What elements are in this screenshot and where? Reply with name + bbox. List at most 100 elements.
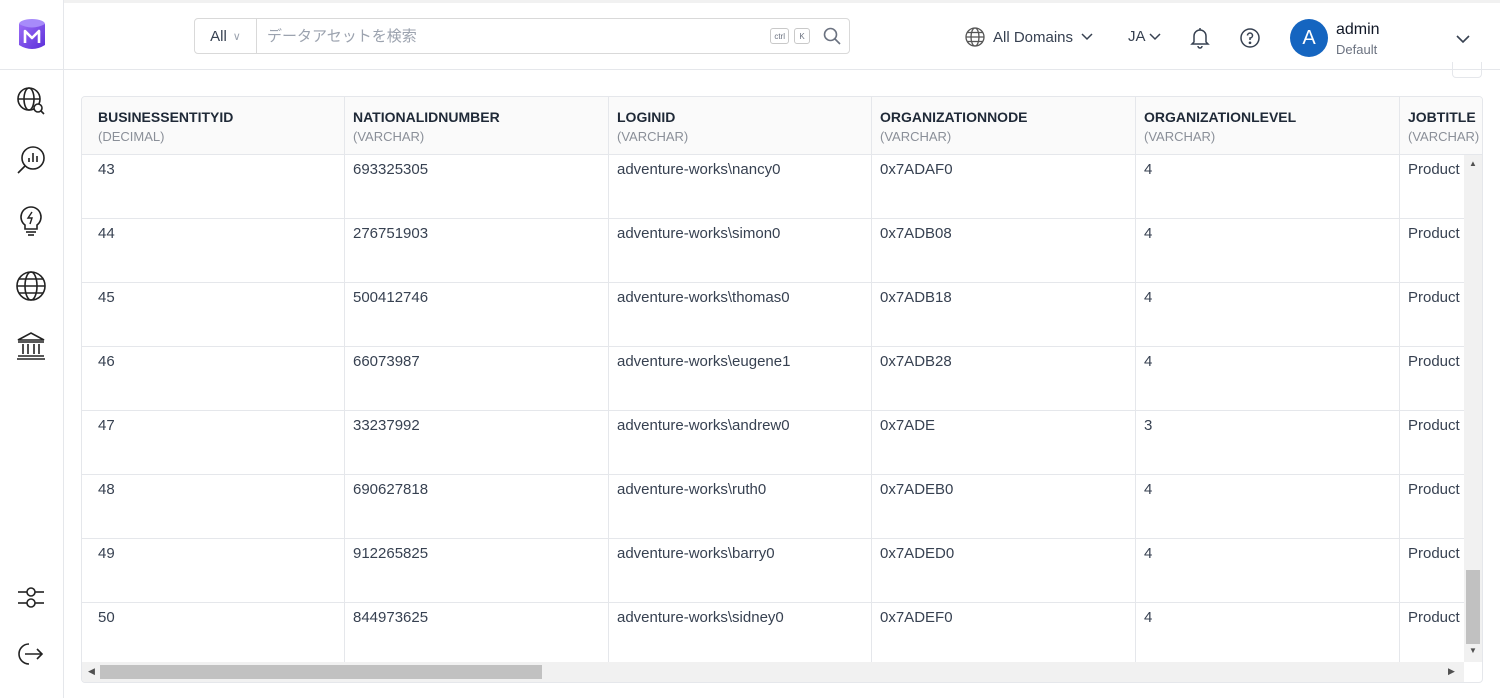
table-cell: adventure-works\thomas0 — [617, 289, 790, 306]
search-scope-select[interactable]: All ∨ — [195, 19, 257, 53]
explore-icon[interactable] — [14, 84, 48, 118]
search-input[interactable] — [257, 19, 771, 53]
column-header[interactable]: BUSINESSENTITYID (DECIMAL) — [82, 97, 345, 154]
table-cell: 4 — [1144, 289, 1153, 306]
column-type: (VARCHAR) — [1144, 129, 1216, 144]
column-header[interactable]: ORGANIZATIONLEVEL (VARCHAR) — [1136, 97, 1400, 154]
horizontal-scrollbar[interactable]: ◀ ▶ — [82, 662, 1464, 682]
table-cell: 0x7ADB08 — [880, 225, 952, 242]
governance-icon[interactable] — [14, 329, 48, 363]
table-cell: 844973625 — [353, 609, 429, 626]
horizontal-scroll-thumb[interactable] — [100, 665, 542, 679]
avatar[interactable]: A — [1290, 19, 1328, 57]
logout-icon[interactable] — [14, 637, 48, 671]
vertical-scroll-thumb[interactable] — [1466, 570, 1480, 644]
sidebar — [0, 0, 64, 698]
column-header[interactable]: ORGANIZATIONNODE (VARCHAR) — [872, 97, 1136, 154]
search-scope-value: All — [210, 27, 227, 45]
column-name: JOBTITLE — [1408, 109, 1476, 125]
user-name: admin — [1336, 21, 1380, 38]
table-row[interactable]: 43 693325305 adventure-works\nancy0 0x7ADAF… — [82, 155, 1464, 219]
table-cell: adventure-works\andrew0 — [617, 417, 790, 434]
scroll-down-arrow-icon[interactable]: ▼ — [1469, 646, 1477, 655]
column-type: (VARCHAR) — [880, 129, 952, 144]
table-cell: 4 — [1144, 481, 1153, 498]
domain-selector[interactable]: All Domains — [965, 27, 1093, 47]
bell-icon[interactable] — [1189, 27, 1211, 49]
table-cell: 0x7ADE — [880, 417, 936, 434]
table-row[interactable]: 44 276751903 adventure-works\simon0 0x7ADB0… — [82, 219, 1464, 283]
table-row[interactable]: 46 66073987 adventure-works\eugene1 0x7ADB2… — [82, 347, 1464, 411]
app-window: All ∨ ctrl K All Domains JA — [0, 0, 1500, 698]
table-row[interactable]: 49 912265825 adventure-works\barry0 0x7ADED… — [82, 539, 1464, 603]
table-cell: Product — [1408, 609, 1460, 626]
help-icon[interactable] — [1239, 27, 1261, 49]
table-cell: 44 — [98, 225, 115, 242]
kbd-ctrl: ctrl — [770, 28, 789, 44]
table-cell: 276751903 — [353, 225, 429, 242]
column-header[interactable]: JOBTITLE (VARCHAR) — [1400, 97, 1482, 154]
globe-icon — [965, 27, 985, 47]
table-cell: Product — [1408, 225, 1460, 242]
language-selector[interactable]: JA — [1128, 28, 1161, 45]
language-label: JA — [1128, 28, 1146, 45]
chevron-down-icon — [1148, 32, 1161, 40]
table-cell: Product — [1408, 481, 1460, 498]
chevron-down-icon — [1081, 33, 1093, 41]
column-type: (VARCHAR) — [1408, 129, 1480, 144]
table-cell: 912265825 — [353, 545, 429, 562]
table-cell: Product — [1408, 417, 1460, 434]
table-cell: 4 — [1144, 545, 1153, 562]
table-cell: adventure-works\ruth0 — [617, 481, 767, 498]
user-menu-chevron-icon[interactable] — [1456, 31, 1470, 49]
table-cell: 43 — [98, 161, 115, 178]
search-icon[interactable] — [815, 27, 849, 45]
table-cell: 4 — [1144, 225, 1153, 242]
domains-icon[interactable] — [14, 269, 48, 303]
table-row[interactable]: 50 844973625 adventure-works\sidney0 0x7ADE… — [82, 603, 1464, 662]
panel-corner — [1452, 62, 1482, 78]
table-cell: adventure-works\simon0 — [617, 225, 781, 242]
vertical-scrollbar[interactable]: ▲ ▼ — [1464, 155, 1482, 662]
column-type: (VARCHAR) — [353, 129, 425, 144]
table-row[interactable]: 48 690627818 adventure-works\ruth0 0x7ADEB0… — [82, 475, 1464, 539]
table-cell: 0x7ADED0 — [880, 545, 955, 562]
scroll-up-arrow-icon[interactable]: ▲ — [1469, 159, 1477, 168]
table-cell: Product — [1408, 161, 1460, 178]
table-cell: 46 — [98, 353, 115, 370]
scroll-right-arrow-icon[interactable]: ▶ — [1448, 666, 1455, 677]
top-bar: All ∨ ctrl K All Domains JA — [64, 0, 1500, 70]
table-cell: 4 — [1144, 609, 1153, 626]
data-insights-icon[interactable] — [14, 143, 48, 177]
column-name: ORGANIZATIONNODE — [880, 109, 1028, 125]
table-cell: 4 — [1144, 353, 1153, 370]
column-type: (DECIMAL) — [98, 129, 165, 144]
table-cell: adventure-works\barry0 — [617, 545, 775, 562]
column-name: ORGANIZATIONLEVEL — [1144, 109, 1297, 125]
column-name: NATIONALIDNUMBER — [353, 109, 500, 125]
table-cell: 0x7ADEB0 — [880, 481, 954, 498]
column-name: BUSINESSENTITYID — [98, 109, 234, 125]
table-cell: Product — [1408, 353, 1460, 370]
column-header[interactable]: LOGINID (VARCHAR) — [609, 97, 872, 154]
sample-data-table: BUSINESSENTITYID (DECIMAL) NATIONALIDNUM… — [81, 96, 1483, 683]
kbd-k: K — [794, 28, 810, 44]
table-cell: 50 — [98, 609, 115, 626]
app-logo[interactable] — [0, 0, 64, 70]
scroll-left-arrow-icon[interactable]: ◀ — [88, 666, 95, 677]
table-row[interactable]: 47 33237992 adventure-works\andrew0 0x7ADE 3… — [82, 411, 1464, 475]
data-quality-icon[interactable] — [14, 204, 48, 238]
chevron-down-icon: ∨ — [232, 30, 241, 43]
table-row[interactable]: 45 500412746 adventure-works\thomas0 0x7ADB… — [82, 283, 1464, 347]
table-cell: 500412746 — [353, 289, 429, 306]
domains-label: All Domains — [993, 28, 1074, 46]
table-cell: 66073987 — [353, 353, 420, 370]
table-cell: 690627818 — [353, 481, 429, 498]
column-name: LOGINID — [617, 109, 676, 125]
user-role: Default — [1336, 42, 1378, 57]
table-cell: 33237992 — [353, 417, 420, 434]
column-header[interactable]: NATIONALIDNUMBER (VARCHAR) — [345, 97, 609, 154]
table-cell: 48 — [98, 481, 115, 498]
settings-icon[interactable] — [14, 580, 48, 614]
table-cell: adventure-works\nancy0 — [617, 161, 781, 178]
